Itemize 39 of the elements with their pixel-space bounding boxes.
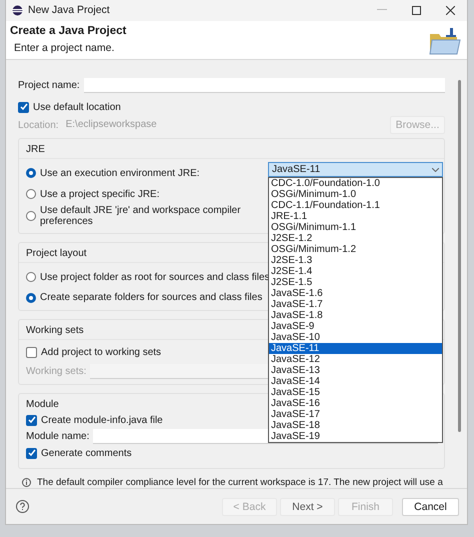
- project-name-field[interactable]: [84, 78, 445, 93]
- window-title: New Java Project: [28, 4, 111, 16]
- checkbox[interactable]: [26, 448, 37, 459]
- page-subtitle: Enter a project name.: [14, 42, 116, 54]
- module-name-label: Module name:: [26, 430, 90, 442]
- app-logo-icon: [12, 4, 23, 16]
- use-default-location-label: Use default location: [33, 102, 121, 113]
- info-message: The default compiler compliance level for the current workspace is 17. The new project will use a: [37, 477, 443, 488]
- info-icon: [22, 478, 31, 488]
- checkbox-label: Create module-info.java file: [41, 414, 163, 426]
- chevron-icon: [432, 168, 439, 172]
- radio-label: Use default JRE 'jre' and workspace compiler preferences: [40, 205, 242, 228]
- radio-label: Create separate folders for sources and class files: [40, 292, 262, 304]
- page-title: Create a Java Project: [10, 24, 126, 37]
- checkbox[interactable]: [26, 414, 37, 426]
- module-group-title: Module: [26, 398, 59, 412]
- radio-button[interactable]: [26, 189, 36, 200]
- dropdown-option[interactable]: JavaSE-11: [269, 343, 442, 354]
- jre-group-title: JRE: [19, 141, 444, 160]
- checkbox-label: Add project to working sets: [41, 346, 162, 358]
- checkbox[interactable]: [18, 102, 29, 113]
- radio-button[interactable]: [26, 292, 36, 303]
- location-label: Location:: [18, 120, 59, 131]
- nav-button[interactable]: Next >: [280, 498, 335, 516]
- cancel-button[interactable]: Cancel: [402, 498, 459, 516]
- working-sets-label: Working sets:: [26, 366, 86, 377]
- checkbox-label: Generate comments: [41, 448, 132, 459]
- close-icon[interactable]: [446, 6, 455, 15]
- radio-label: Use an execution environment JRE:: [40, 168, 200, 179]
- jre-dropdown[interactable]: JavaSE-11: [268, 162, 443, 178]
- maximize-icon[interactable]: [412, 6, 421, 15]
- radio-label: Use a project specific JRE:: [40, 188, 160, 200]
- project-name-label: Project name:: [18, 80, 80, 91]
- radio-button[interactable]: [26, 168, 36, 178]
- radio-button[interactable]: [26, 211, 36, 222]
- help-icon[interactable]: [16, 500, 29, 514]
- radio-button[interactable]: [26, 272, 36, 282]
- folder-icon: [429, 28, 461, 56]
- scrollbar[interactable]: [458, 80, 461, 432]
